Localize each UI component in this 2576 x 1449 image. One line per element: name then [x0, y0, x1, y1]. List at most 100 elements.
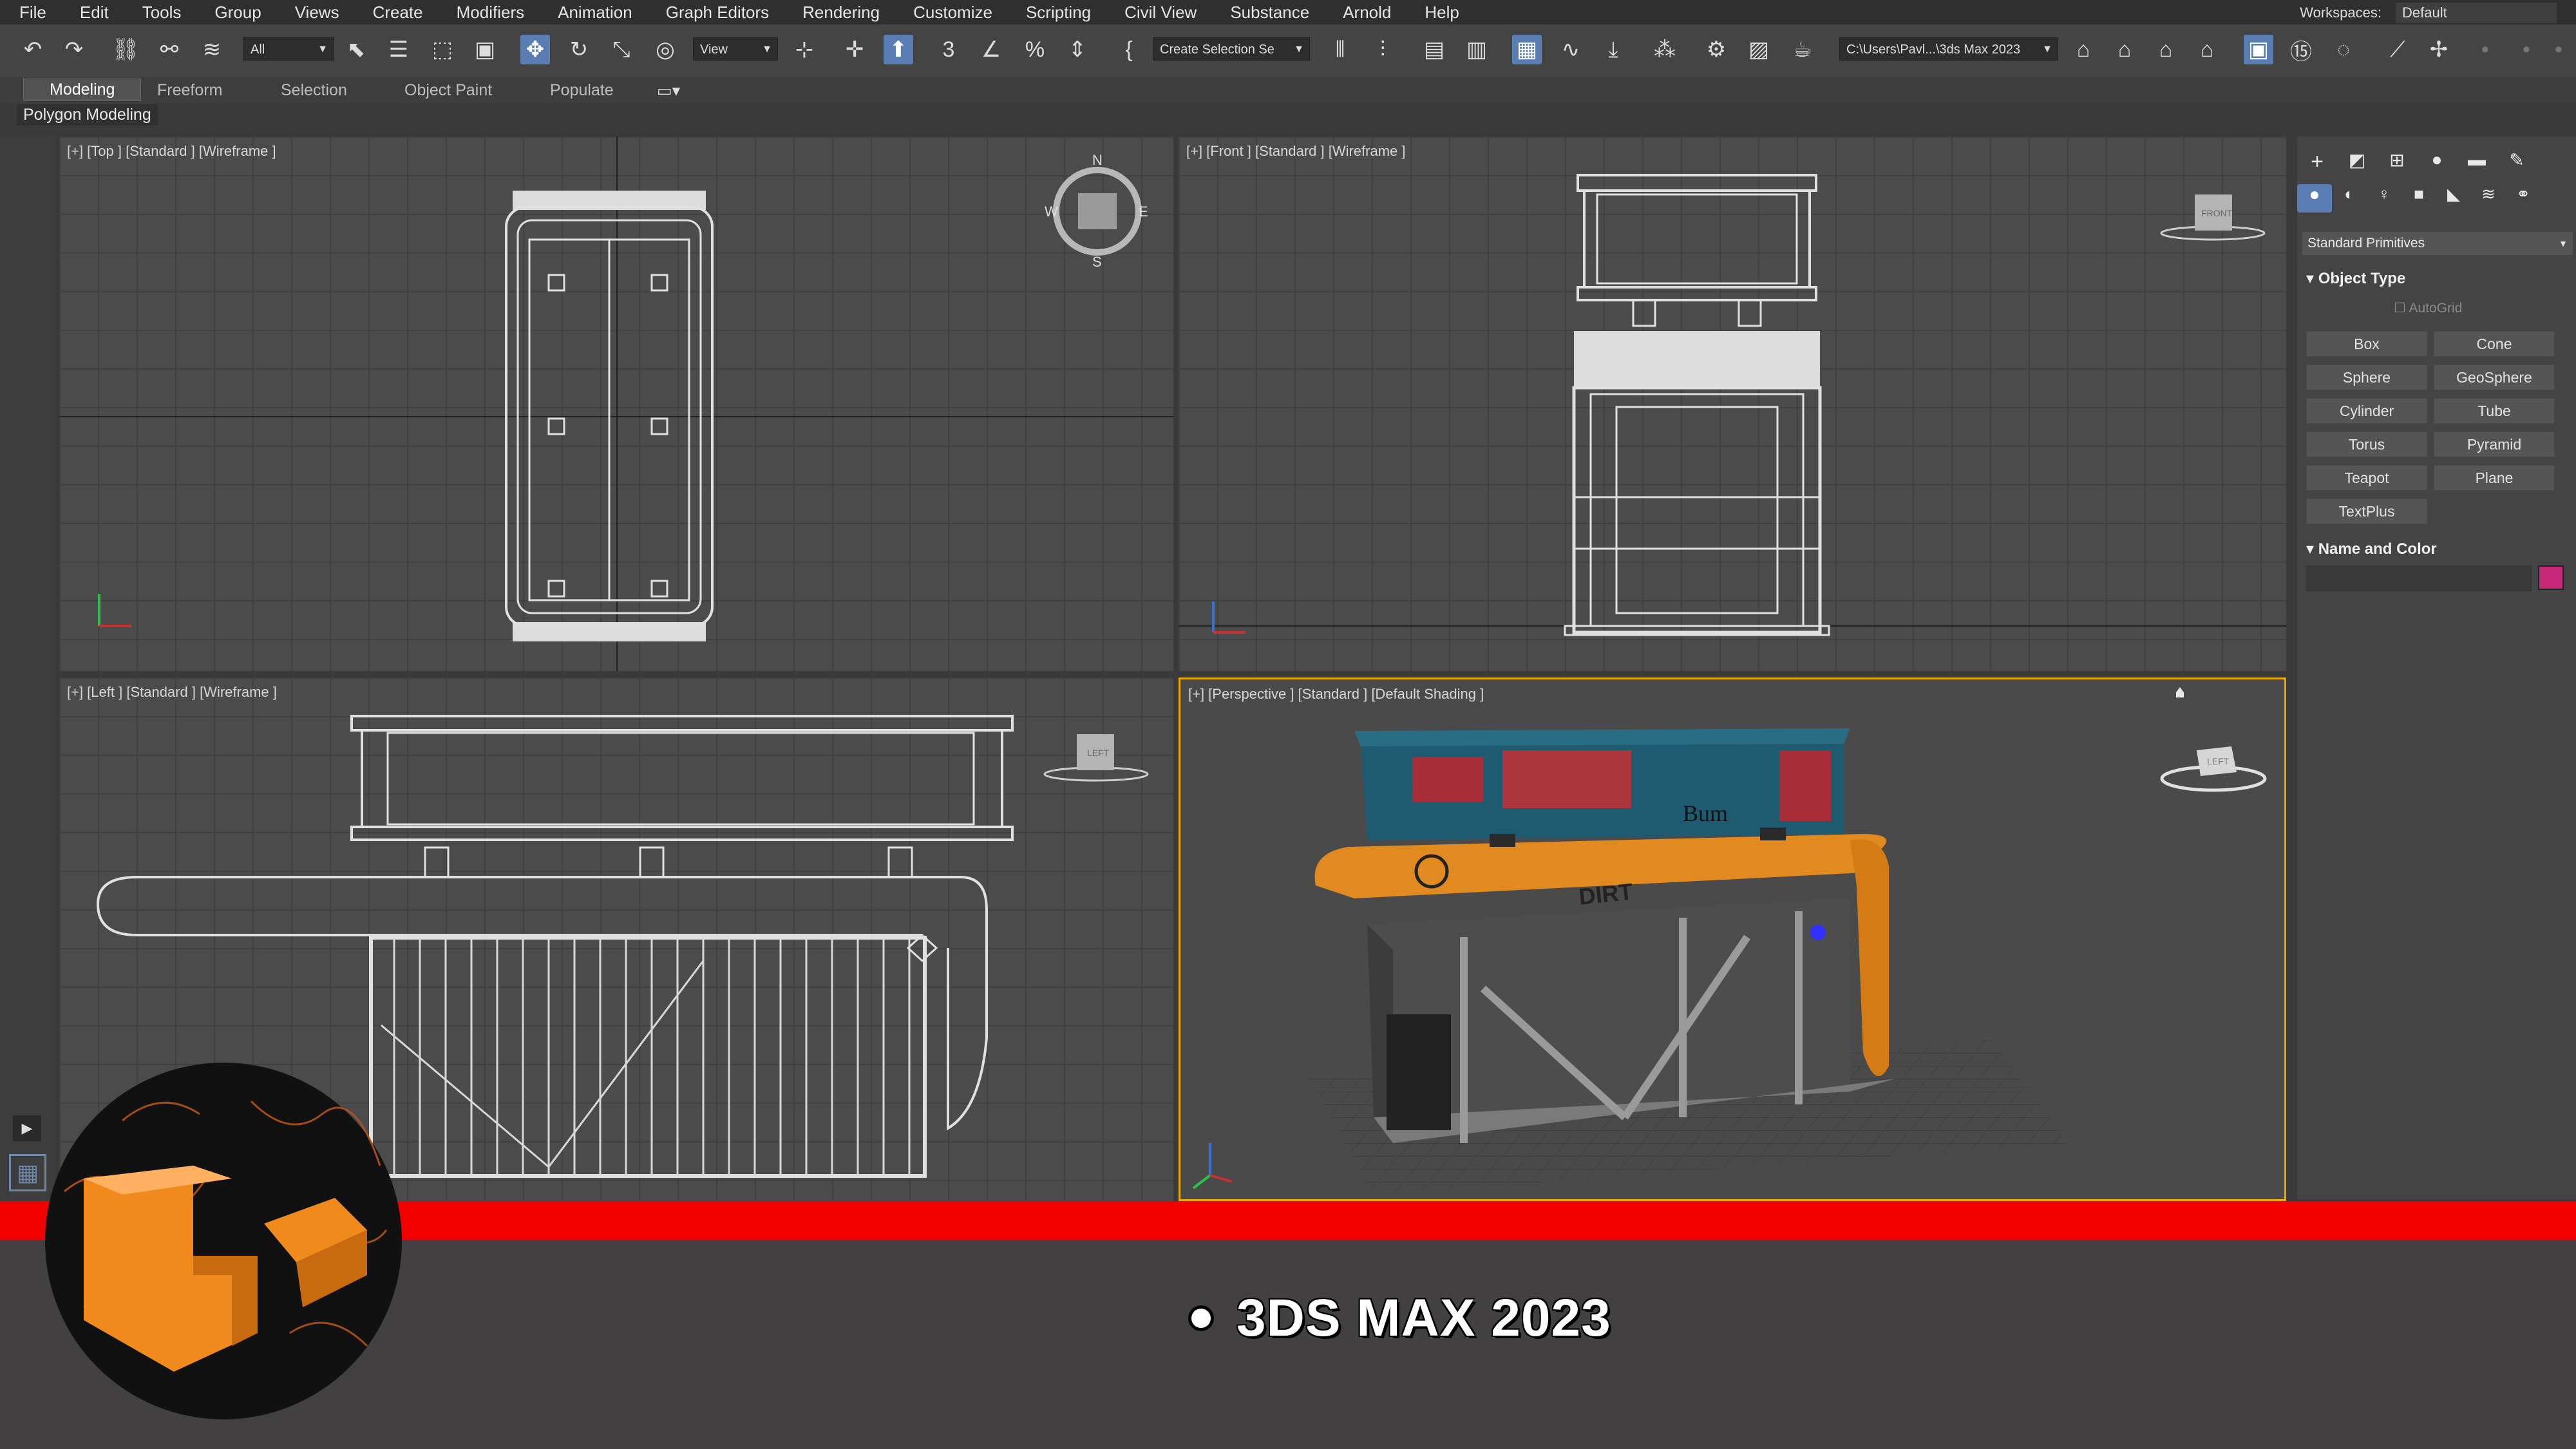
- render-frame-icon[interactable]: ▨: [1744, 35, 1774, 64]
- autogrid-checkbox[interactable]: ☐ AutoGrid: [2394, 300, 2462, 316]
- textplus-button[interactable]: TextPlus: [2306, 498, 2427, 524]
- menu-arnold[interactable]: Arnold: [1323, 3, 1391, 23]
- named-selection-dropdown[interactable]: Create Selection Se ▼: [1153, 37, 1310, 61]
- project-folder-icon[interactable]: ⌂: [2069, 35, 2098, 64]
- transform-gizmo-icon[interactable]: ✢: [2424, 35, 2454, 64]
- viewport-front[interactable]: [+] [Front ] [Standard ] [Wireframe ] FR…: [1179, 137, 2286, 671]
- viewcube-front[interactable]: FRONT: [2201, 208, 2233, 218]
- motion-tab-icon[interactable]: ●: [2417, 149, 2457, 178]
- redo-icon[interactable]: ↷: [59, 35, 89, 64]
- expand-layout-icon[interactable]: ▶: [13, 1115, 41, 1141]
- move-icon[interactable]: ✥: [520, 35, 550, 64]
- geometry-icon[interactable]: ●: [2297, 184, 2332, 213]
- percent-snap-icon[interactable]: %: [1020, 35, 1050, 64]
- layer-explorer-icon[interactable]: ▥: [1462, 35, 1492, 64]
- name-color-header[interactable]: ▾ Name and Color: [2306, 540, 2437, 558]
- space-warps-icon[interactable]: ≋: [2471, 184, 2506, 213]
- home-icon[interactable]: [2176, 687, 2184, 697]
- cameras-icon[interactable]: ■: [2401, 184, 2436, 213]
- render-setup-icon[interactable]: ⚙: [1701, 35, 1731, 64]
- pivot-center-icon[interactable]: ⊹: [790, 35, 819, 64]
- window-crossing-icon[interactable]: ▣: [470, 35, 500, 64]
- helpers-icon[interactable]: ◣: [2436, 184, 2471, 213]
- bind-space-warp-icon[interactable]: ≋: [197, 35, 227, 64]
- selection-filter-dropdown[interactable]: All ▼: [243, 37, 334, 61]
- project-open-icon[interactable]: ⌂: [2110, 35, 2139, 64]
- snaps-toggle-icon[interactable]: 3: [934, 35, 963, 64]
- menu-customize[interactable]: Customize: [894, 3, 992, 23]
- project-path-dropdown[interactable]: C:\Users\Pavl...\3ds Max 2023 ▼: [1839, 37, 2058, 61]
- hierarchy-tab-icon[interactable]: ⊞: [2377, 149, 2417, 178]
- object-type-header[interactable]: ▾ Object Type: [2306, 269, 2405, 288]
- menu-graph-editors[interactable]: Graph Editors: [647, 3, 769, 23]
- angle-snap-icon[interactable]: ∠: [976, 35, 1006, 64]
- select-by-name-icon[interactable]: ☰: [384, 35, 413, 64]
- viewport-top[interactable]: [+] [Top ] [Standard ] [Wireframe ] N S …: [59, 137, 1173, 671]
- rect-selection-icon[interactable]: ⬚: [428, 35, 457, 64]
- schematic-view-icon[interactable]: ⤓: [1598, 35, 1628, 64]
- menu-rendering[interactable]: Rendering: [783, 3, 880, 23]
- rotate-icon[interactable]: ↻: [564, 35, 594, 64]
- project-save-icon[interactable]: ⌂: [2151, 35, 2181, 64]
- placement-icon[interactable]: ◎: [650, 35, 680, 64]
- polygon-modeling-panel[interactable]: Polygon Modeling: [17, 104, 158, 126]
- align-icon[interactable]: ⫶: [1368, 35, 1397, 64]
- box-button[interactable]: Box: [2306, 331, 2427, 357]
- viewcube-left[interactable]: LEFT: [1087, 748, 1110, 758]
- select-manipulate-icon[interactable]: ✛: [840, 35, 869, 64]
- menu-file[interactable]: File: [0, 3, 46, 23]
- menu-tools[interactable]: Tools: [123, 3, 182, 23]
- curve-editor-icon[interactable]: ∿: [1556, 35, 1586, 64]
- autodesk-assistant-icon[interactable]: ◌: [2329, 35, 2358, 64]
- modify-tab-icon[interactable]: ◩: [2337, 149, 2377, 178]
- unlink-icon[interactable]: ⚯: [155, 35, 184, 64]
- edit-named-selection-icon[interactable]: {: [1114, 35, 1144, 64]
- menu-substance[interactable]: Substance: [1211, 3, 1309, 23]
- tab-populate[interactable]: Populate: [550, 81, 614, 100]
- menu-views[interactable]: Views: [276, 3, 339, 23]
- tab-modeling[interactable]: Modeling: [23, 79, 142, 101]
- create-tab-icon[interactable]: +: [2297, 149, 2337, 178]
- viewcube-perspective[interactable]: LEFT: [2207, 756, 2230, 766]
- systems-icon[interactable]: ⚭: [2506, 184, 2541, 213]
- link-icon[interactable]: ⛓: [111, 35, 140, 64]
- spinner-snap-icon[interactable]: ⇕: [1063, 35, 1092, 64]
- torus-button[interactable]: Torus: [2306, 431, 2427, 457]
- cylinder-button[interactable]: Cylinder: [2306, 398, 2427, 424]
- ribbon-toggle-icon[interactable]: ▦: [1512, 35, 1542, 64]
- menu-scripting[interactable]: Scripting: [1007, 3, 1091, 23]
- select-object-icon[interactable]: ⬉: [341, 35, 371, 64]
- shapes-icon[interactable]: ◐: [2332, 184, 2367, 213]
- save-icon[interactable]: ▣: [2244, 35, 2273, 64]
- tube-button[interactable]: Tube: [2434, 398, 2555, 424]
- material-editor-icon[interactable]: ⁂: [1650, 35, 1680, 64]
- menu-edit[interactable]: Edit: [61, 3, 109, 23]
- object-name-input[interactable]: [2306, 565, 2532, 591]
- workspaces-dropdown[interactable]: Default: [2396, 3, 2557, 23]
- viewport-perspective[interactable]: [+] [Perspective ] [Standard ] [Default …: [1179, 677, 2286, 1201]
- cone-button[interactable]: Cone: [2434, 331, 2555, 357]
- display-tab-icon[interactable]: ▬: [2457, 149, 2497, 178]
- utilities-tab-icon[interactable]: ✎: [2497, 149, 2537, 178]
- tab-selection[interactable]: Selection: [281, 81, 347, 100]
- history-icon[interactable]: ⑮: [2286, 35, 2316, 64]
- undo-icon[interactable]: ↶: [18, 35, 48, 64]
- project-settings-icon[interactable]: ⌂: [2192, 35, 2222, 64]
- brush-icon[interactable]: ⟋: [2383, 35, 2412, 64]
- menu-help[interactable]: Help: [1405, 3, 1459, 23]
- lights-icon[interactable]: ♀: [2367, 184, 2401, 213]
- tab-freeform[interactable]: Freeform: [157, 81, 222, 100]
- keyboard-shortcut-override-icon[interactable]: ⬆: [884, 35, 913, 64]
- teapot-button[interactable]: Teapot: [2306, 465, 2427, 491]
- scene-explorer-icon[interactable]: ▤: [1419, 35, 1449, 64]
- menu-modifiers[interactable]: Modifiers: [437, 3, 524, 23]
- mirror-icon[interactable]: ⫴: [1325, 35, 1355, 64]
- ribbon-options-icon[interactable]: ▭▾: [657, 81, 680, 100]
- reference-coordinate-dropdown[interactable]: View ▼: [693, 37, 778, 61]
- tab-object-paint[interactable]: Object Paint: [404, 81, 492, 100]
- object-color-swatch[interactable]: [2538, 565, 2564, 590]
- plane-button[interactable]: Plane: [2434, 465, 2555, 491]
- sphere-button[interactable]: Sphere: [2306, 365, 2427, 390]
- pyramid-button[interactable]: Pyramid: [2434, 431, 2555, 457]
- render-icon[interactable]: ☕: [1788, 35, 1817, 64]
